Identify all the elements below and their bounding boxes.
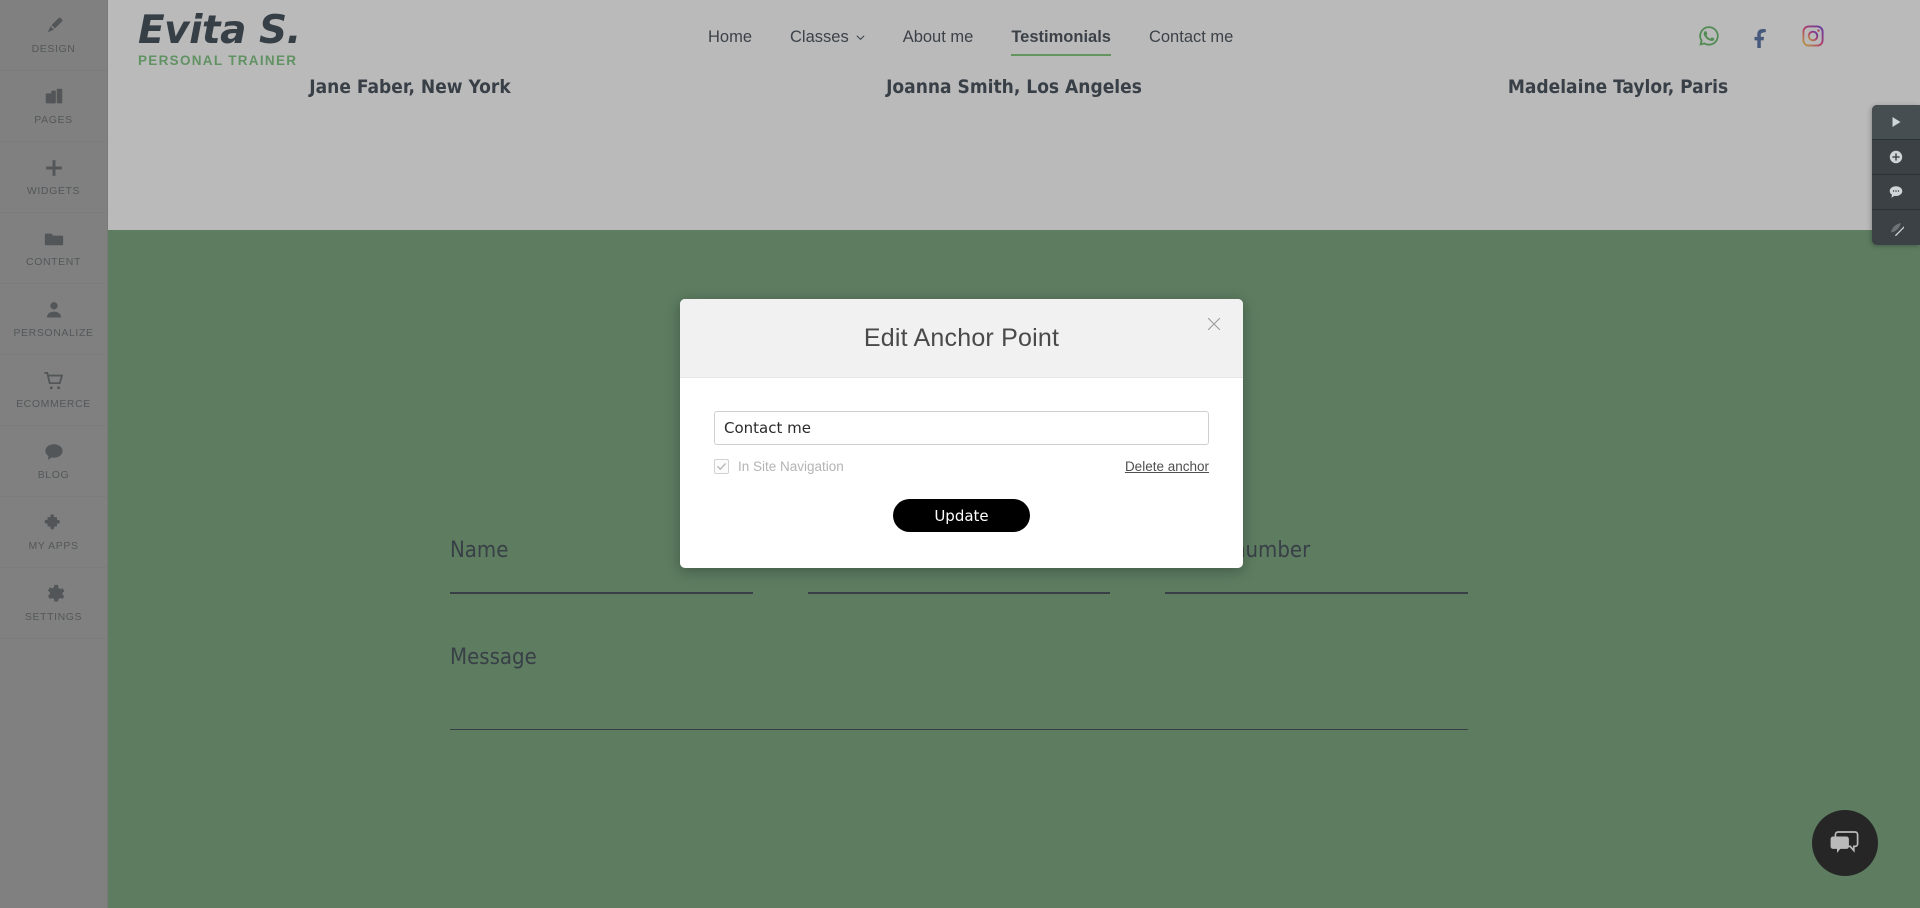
toolbar-zoom-in-button[interactable]	[1872, 140, 1920, 175]
puzzle-icon	[43, 512, 65, 534]
social-links	[1697, 24, 1825, 48]
plus-icon	[43, 157, 65, 179]
field-input-underline[interactable]	[1165, 592, 1469, 594]
nav-label: Classes	[790, 28, 849, 46]
site-navigation: Home Classes About me Testimonials Conta…	[708, 28, 1233, 56]
facebook-icon[interactable]	[1749, 24, 1773, 48]
zoom-in-icon	[1889, 150, 1903, 164]
builder-sidebar: DESIGN PAGES WIDGETS CONTENT PERSONALIZE	[0, 0, 108, 908]
field-input-underline[interactable]	[450, 592, 753, 594]
sidebar-item-content[interactable]: CONTENT	[0, 213, 107, 284]
toolbar-comment-button[interactable]	[1872, 175, 1920, 210]
testimonial-name: Joanna Smith, Los Angeles	[886, 76, 1142, 98]
brush-icon	[43, 15, 65, 37]
dialog-title: Edit Anchor Point	[863, 323, 1060, 352]
sidebar-label: ECOMMERCE	[16, 398, 91, 411]
close-icon[interactable]	[1203, 313, 1225, 335]
sidebar-item-blog[interactable]: BLOG	[0, 426, 107, 497]
sidebar-label: WIDGETS	[26, 185, 81, 198]
sidebar-item-widgets[interactable]: WIDGETS	[0, 142, 107, 213]
nav-item-contact-me[interactable]: Contact me	[1149, 28, 1233, 56]
field-input-underline[interactable]	[450, 728, 1468, 730]
nav-label: Testimonials	[1011, 28, 1111, 46]
testimonial-names-row: Jane Faber, New York Joanna Smith, Los A…	[108, 76, 1920, 98]
canvas-right-toolbar	[1872, 105, 1920, 245]
checkbox-box	[714, 459, 729, 474]
sidebar-label: DESIGN	[31, 43, 76, 56]
sidebar-label: CONTENT	[26, 256, 81, 269]
nav-active-underline	[1011, 53, 1111, 56]
comment-icon	[1889, 186, 1903, 198]
sidebar-label: MY APPS	[28, 540, 79, 553]
toolbar-play-button[interactable]	[1872, 105, 1920, 140]
nav-item-about-me[interactable]: About me	[903, 28, 974, 56]
dialog-body: In Site Navigation Delete anchor	[680, 378, 1243, 474]
field-input-underline[interactable]	[807, 592, 1111, 594]
whatsapp-icon[interactable]	[1697, 24, 1721, 48]
testimonial-name: Madelaine Taylor, Paris	[1507, 76, 1729, 98]
nav-item-home[interactable]: Home	[708, 28, 752, 56]
sidebar-label: BLOG	[37, 469, 70, 482]
pages-icon	[43, 86, 65, 108]
logo-title: Evita S.	[138, 8, 301, 53]
dialog-header: Edit Anchor Point	[680, 299, 1243, 378]
anchor-name-input[interactable]	[714, 411, 1209, 445]
dialog-options-row: In Site Navigation Delete anchor	[714, 459, 1209, 474]
website-builder-app: Evita S. PERSONAL TRAINER Home Classes A…	[0, 0, 1920, 908]
sidebar-item-ecommerce[interactable]: ECOMMERCE	[0, 355, 107, 426]
sidebar-item-settings[interactable]: SETTINGS	[0, 568, 107, 639]
in-site-navigation-checkbox[interactable]: In Site Navigation	[714, 459, 844, 474]
sidebar-item-pages[interactable]: PAGES	[0, 71, 107, 142]
field-label: Message	[450, 644, 537, 670]
update-button[interactable]: Update	[893, 499, 1030, 532]
toolbar-preview-off-button[interactable]	[1872, 210, 1920, 245]
nav-item-testimonials[interactable]: Testimonials	[1011, 28, 1111, 56]
speech-bubble-icon	[43, 441, 65, 463]
site-header: Evita S. PERSONAL TRAINER Home Classes A…	[108, 0, 1920, 88]
contact-form: Name Email Phone number Message	[450, 540, 1469, 730]
sidebar-label: PAGES	[34, 114, 73, 127]
nav-item-classes[interactable]: Classes	[790, 28, 865, 56]
cart-icon	[43, 370, 65, 392]
check-icon	[717, 463, 726, 470]
person-icon	[43, 299, 65, 321]
instagram-icon[interactable]	[1801, 24, 1825, 48]
checkbox-label: In Site Navigation	[738, 459, 844, 474]
chevron-down-icon	[856, 33, 865, 42]
site-logo[interactable]: Evita S. PERSONAL TRAINER	[138, 8, 301, 68]
field-message: Message	[450, 644, 1468, 730]
sidebar-item-personalize[interactable]: PERSONALIZE	[0, 284, 107, 355]
sidebar-label: PERSONALIZE	[13, 327, 94, 340]
edit-anchor-point-dialog: Edit Anchor Point In Site Navigation Del…	[680, 299, 1243, 568]
chat-bubbles-icon	[1830, 831, 1859, 853]
dialog-footer: Update	[680, 474, 1243, 568]
nav-label: About me	[902, 28, 974, 46]
nav-label: Home	[708, 28, 753, 46]
logo-subtitle: PERSONAL TRAINER	[138, 52, 298, 68]
sidebar-label: SETTINGS	[24, 611, 83, 624]
contact-message-row: Message	[450, 644, 1468, 730]
chat-launcher-button[interactable]	[1812, 810, 1878, 876]
testimonial-name: Jane Faber, New York	[309, 76, 511, 98]
folder-icon	[43, 228, 65, 250]
delete-anchor-link[interactable]: Delete anchor	[1125, 459, 1209, 474]
gear-icon	[43, 583, 65, 605]
preview-off-icon	[1891, 222, 1904, 236]
sidebar-item-design[interactable]: DESIGN	[0, 0, 107, 71]
play-icon	[1892, 117, 1901, 127]
testimonials-strip: Jane Faber, New York Joanna Smith, Los A…	[108, 76, 1920, 230]
sidebar-item-my-apps[interactable]: MY APPS	[0, 497, 107, 568]
nav-label: Contact me	[1148, 28, 1234, 46]
